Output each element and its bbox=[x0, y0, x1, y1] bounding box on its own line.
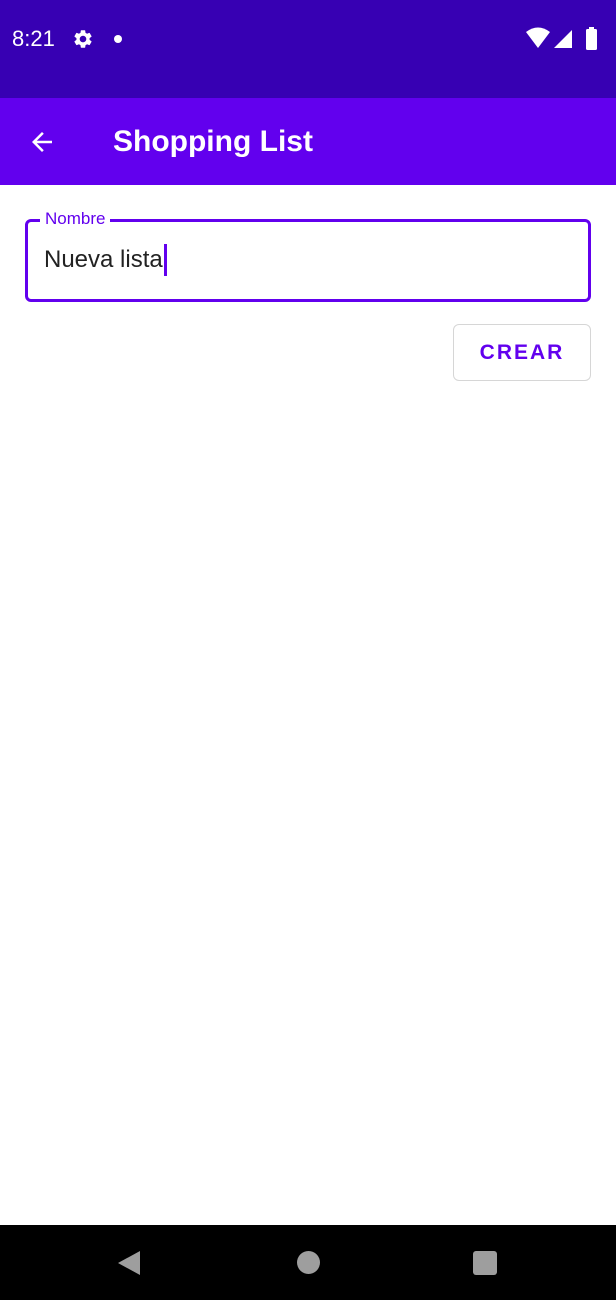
status-bar: 8:21 bbox=[0, 0, 616, 98]
nav-recents-icon[interactable] bbox=[473, 1251, 497, 1275]
name-input-value: Nueva lista bbox=[44, 246, 163, 273]
status-time: 8:21 bbox=[12, 26, 55, 51]
signal-icon bbox=[554, 30, 572, 48]
page-title: Shopping List bbox=[113, 125, 313, 158]
text-caret bbox=[163, 244, 167, 276]
arrow-back-icon bbox=[32, 132, 52, 152]
settings-icon bbox=[74, 30, 92, 48]
app-bar: Shopping List bbox=[0, 98, 616, 185]
name-field[interactable]: Nombre Nueva lista bbox=[25, 209, 591, 302]
nav-home-icon[interactable] bbox=[297, 1251, 320, 1274]
battery-icon bbox=[586, 29, 597, 50]
name-input[interactable]: Nueva lista bbox=[44, 244, 167, 276]
name-field-label: Nombre bbox=[40, 209, 111, 229]
nav-back-icon[interactable] bbox=[116, 1249, 142, 1277]
create-button[interactable]: CREAR bbox=[453, 324, 591, 381]
notification-dot-icon bbox=[114, 35, 122, 43]
system-status-icons bbox=[526, 27, 597, 50]
wifi-icon bbox=[526, 27, 550, 48]
back-button[interactable] bbox=[18, 118, 66, 166]
navigation-bar bbox=[0, 1225, 616, 1300]
